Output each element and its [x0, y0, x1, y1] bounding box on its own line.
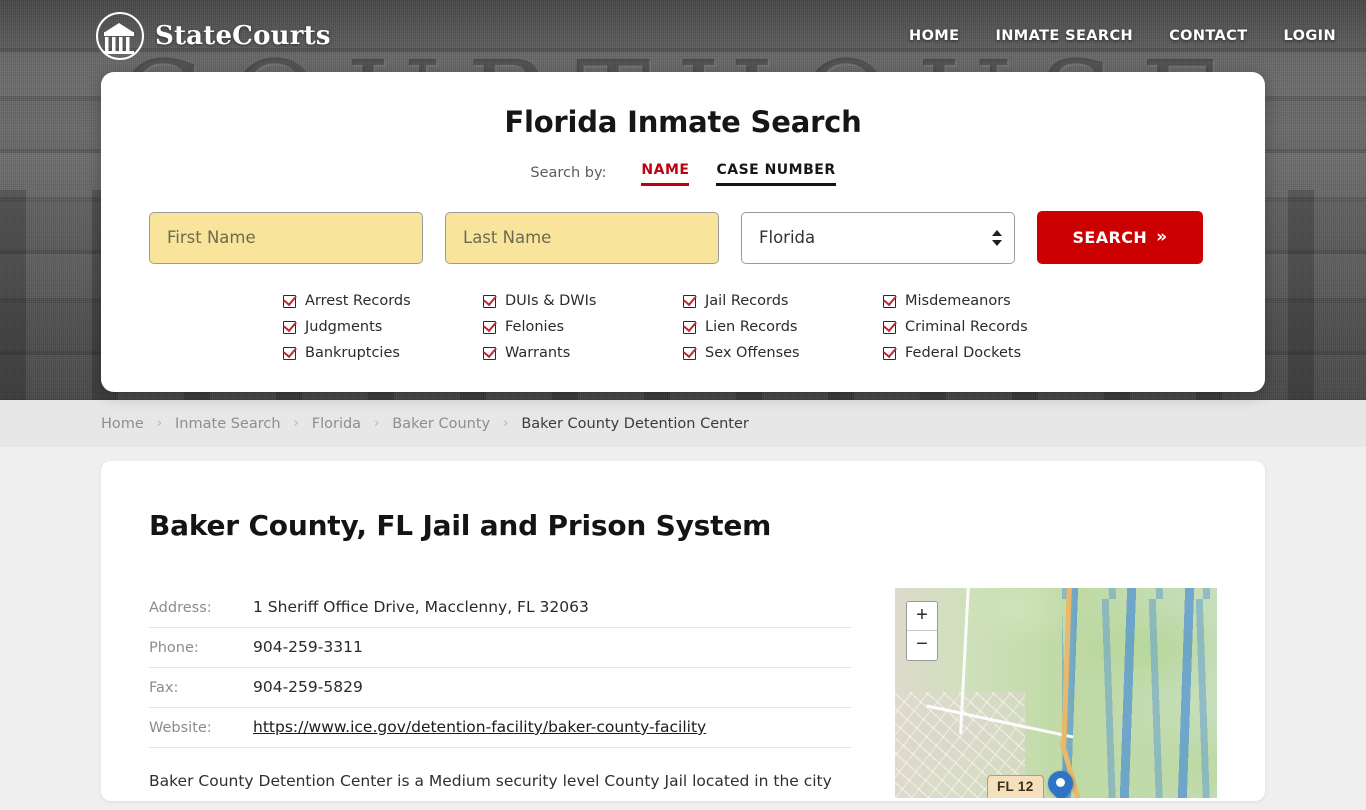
detail-row-fax: Fax: 904-259-5829: [149, 668, 851, 708]
nav-item-home[interactable]: HOME: [909, 28, 959, 44]
checkbox-label: Sex Offenses: [705, 345, 800, 361]
map-road-shield-label: FL 12: [987, 775, 1044, 798]
location-pin-icon[interactable]: [1042, 765, 1079, 798]
double-chevron-right-icon: »: [1156, 227, 1168, 247]
chevron-right-icon: ›: [503, 416, 509, 431]
checked-box-icon: [683, 346, 696, 360]
checked-box-icon: [483, 294, 496, 308]
first-name-input[interactable]: [149, 211, 423, 264]
search-by-tabs: Search by: NAME CASE NUMBER: [135, 162, 1231, 186]
detail-value-phone: 904-259-3311: [253, 638, 363, 656]
checked-box-icon: [483, 346, 496, 360]
checkbox-misdemeanors[interactable]: Misdemeanors: [883, 289, 1083, 313]
detail-value-website-link[interactable]: https://www.ice.gov/detention-facility/b…: [253, 718, 706, 736]
breadcrumb: Home › Inmate Search › Florida › Baker C…: [0, 400, 1366, 447]
facility-location-map[interactable]: FL 12 + −: [895, 588, 1217, 798]
checked-box-icon: [683, 294, 696, 308]
brand-logo[interactable]: StateCourts: [96, 12, 331, 60]
checkbox-lien-records[interactable]: Lien Records: [683, 315, 883, 339]
facility-body: Address: 1 Sheriff Office Drive, Macclen…: [149, 588, 1217, 810]
checkbox-label: Misdemeanors: [905, 293, 1011, 309]
checked-box-icon: [883, 346, 896, 360]
checkbox-judgments[interactable]: Judgments: [283, 315, 483, 339]
primary-nav: HOME INMATE SEARCH CONTACT LOGIN: [909, 28, 1336, 44]
checkbox-label: Felonies: [505, 319, 565, 335]
breadcrumb-item-inmate-search[interactable]: Inmate Search: [175, 416, 281, 432]
map-zoom-out-button[interactable]: −: [907, 631, 937, 660]
facility-description: Baker County Detention Center is a Mediu…: [149, 772, 832, 790]
columns-shape: [105, 37, 133, 51]
page-title: Baker County, FL Jail and Prison System: [149, 509, 772, 542]
detail-row-address: Address: 1 Sheriff Office Drive, Macclen…: [149, 588, 851, 628]
checkbox-label: Arrest Records: [305, 293, 411, 309]
detail-label: Fax:: [149, 680, 179, 696]
last-name-input[interactable]: [445, 211, 719, 264]
tab-case-number[interactable]: CASE NUMBER: [716, 162, 836, 186]
checkbox-label: Federal Dockets: [905, 345, 1022, 361]
map-zoom-controls: + −: [906, 601, 938, 661]
detail-label: Address:: [149, 600, 212, 616]
detail-value-address: 1 Sheriff Office Drive, Macclenny, FL 32…: [253, 598, 589, 616]
chevron-right-icon: ›: [156, 416, 163, 431]
checkbox-label: Criminal Records: [905, 319, 1028, 335]
search-card-title: Florida Inmate Search: [504, 105, 862, 139]
detail-label: Website:: [149, 720, 212, 736]
checkbox-bankruptcies[interactable]: Bankruptcies: [283, 341, 483, 365]
search-button[interactable]: SEARCH »: [1037, 211, 1203, 264]
inmate-search-card: Florida Inmate Search Search by: NAME CA…: [101, 72, 1265, 392]
checkbox-label: Judgments: [305, 319, 383, 335]
map-zoom-in-button[interactable]: +: [907, 602, 937, 631]
checked-box-icon: [483, 320, 496, 334]
roof-shape: [105, 23, 133, 32]
checked-box-icon: [683, 320, 696, 334]
checked-box-icon: [283, 294, 296, 308]
checkbox-sex-offenses[interactable]: Sex Offenses: [683, 341, 883, 365]
detail-row-website: Website: https://www.ice.gov/detention-f…: [149, 708, 851, 748]
breadcrumb-item-home[interactable]: Home: [101, 416, 144, 432]
breadcrumb-item-baker-county[interactable]: Baker County: [392, 416, 490, 432]
checkbox-label: Bankruptcies: [305, 345, 400, 361]
state-select-wrapper: Florida: [741, 211, 1015, 264]
detail-row-phone: Phone: 904-259-3311: [149, 628, 851, 668]
tab-name[interactable]: NAME: [641, 162, 690, 186]
checked-box-icon: [283, 346, 296, 360]
lintel-shape: [104, 32, 134, 36]
checkbox-warrants[interactable]: Warrants: [483, 341, 683, 365]
detail-value-fax: 904-259-5829: [253, 678, 363, 696]
search-by-label: Search by:: [530, 165, 607, 181]
checkbox-federal-dockets[interactable]: Federal Dockets: [883, 341, 1083, 365]
checkbox-label: DUIs & DWIs: [505, 293, 597, 309]
state-select[interactable]: Florida: [741, 211, 1015, 264]
top-navigation-bar: StateCourts HOME INMATE SEARCH CONTACT L…: [0, 0, 1366, 72]
checkbox-arrest-records[interactable]: Arrest Records: [283, 289, 483, 313]
chevron-right-icon: ›: [374, 416, 380, 431]
courthouse-circle-icon: [96, 12, 144, 60]
facility-content-card: Baker County, FL Jail and Prison System …: [101, 461, 1265, 801]
nav-item-contact[interactable]: CONTACT: [1169, 28, 1247, 44]
search-form: Florida SEARCH »: [135, 211, 1231, 264]
record-type-checkbox-grid: Arrest Records DUIs & DWIs Jail Records …: [135, 289, 1231, 365]
checkbox-jail-records[interactable]: Jail Records: [683, 289, 883, 313]
facility-details: Address: 1 Sheriff Office Drive, Macclen…: [149, 588, 851, 810]
checkbox-duis-dwis[interactable]: DUIs & DWIs: [483, 289, 683, 313]
pin-center-dot: [1056, 778, 1065, 787]
nav-item-inmate-search[interactable]: INMATE SEARCH: [995, 28, 1133, 44]
checkbox-criminal-records[interactable]: Criminal Records: [883, 315, 1083, 339]
breadcrumb-item-current: Baker County Detention Center: [521, 415, 749, 432]
checked-box-icon: [883, 320, 896, 334]
checked-box-icon: [883, 294, 896, 308]
nav-item-login[interactable]: LOGIN: [1284, 28, 1336, 44]
checkbox-label: Jail Records: [705, 293, 789, 309]
brand-name: StateCourts: [155, 21, 331, 51]
checkbox-felonies[interactable]: Felonies: [483, 315, 683, 339]
base-shape: [104, 51, 134, 54]
search-button-label: SEARCH: [1072, 228, 1148, 247]
detail-label: Phone:: [149, 640, 199, 656]
checkbox-label: Warrants: [505, 345, 571, 361]
chevron-right-icon: ›: [293, 416, 299, 431]
breadcrumb-item-florida[interactable]: Florida: [312, 416, 361, 432]
checked-box-icon: [283, 320, 296, 334]
checkbox-label: Lien Records: [705, 319, 798, 335]
